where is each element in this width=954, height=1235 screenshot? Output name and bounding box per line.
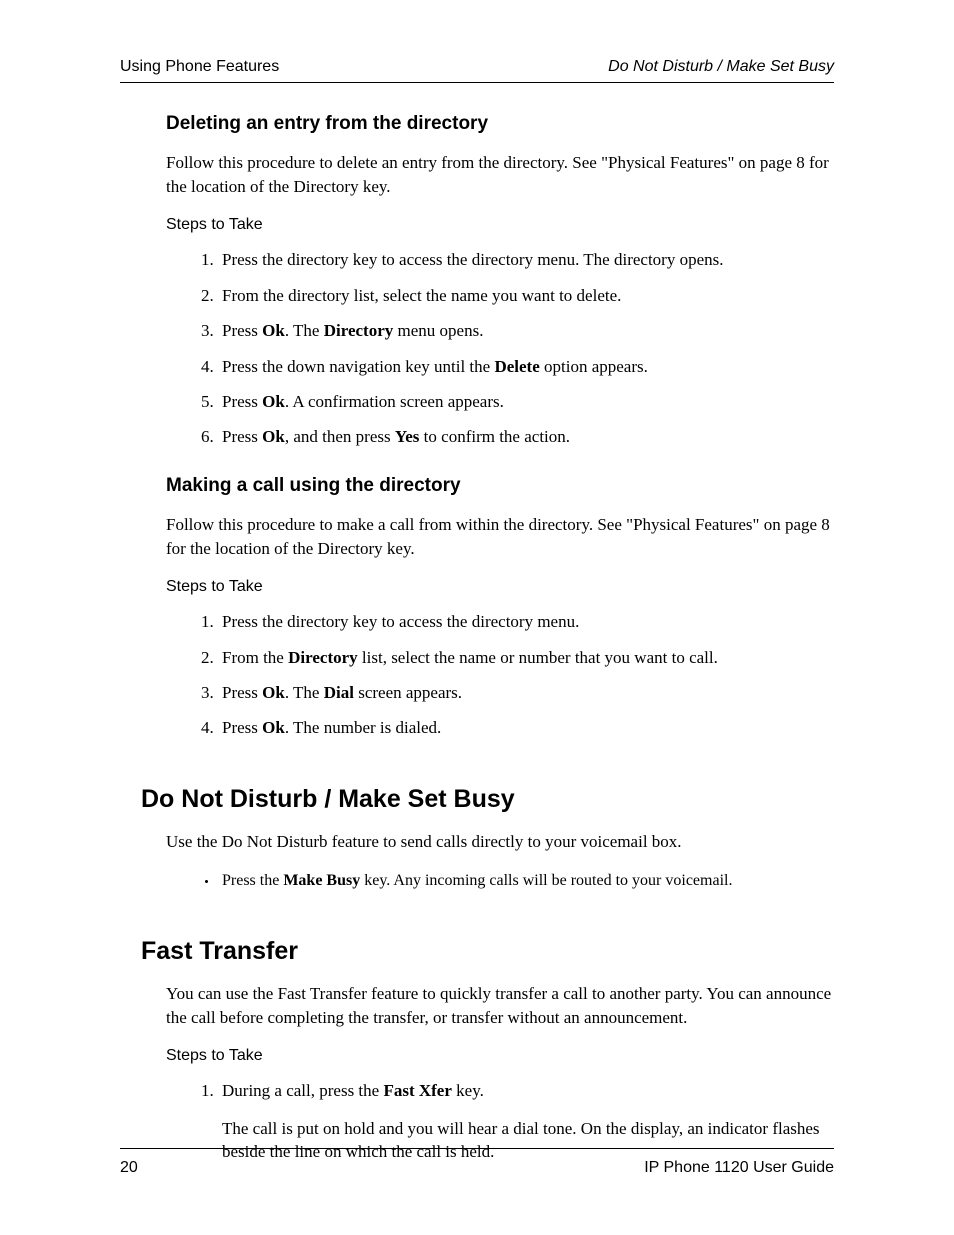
- document-title: IP Phone 1120 User Guide: [644, 1159, 834, 1177]
- step-text: Press: [222, 683, 262, 702]
- step-text: . The: [285, 321, 324, 340]
- bold-ok: Ok: [262, 427, 285, 446]
- page-content: Deleting an entry from the directory Fol…: [120, 111, 834, 1164]
- intro-fast-transfer: You can use the Fast Transfer feature to…: [166, 982, 834, 1029]
- step-text: menu opens.: [393, 321, 483, 340]
- bold-make-busy: Make Busy: [283, 872, 360, 889]
- list-item: Press Ok. The number is dialed.: [218, 716, 834, 739]
- bold-directory: Directory: [288, 648, 358, 667]
- steps-list-deleting: Press the directory key to access the di…: [166, 248, 834, 449]
- bold-ok: Ok: [262, 392, 285, 411]
- bullet-text: key. Any incoming calls will be routed t…: [360, 872, 732, 889]
- heading-do-not-disturb: Do Not Disturb / Make Set Busy: [141, 782, 834, 817]
- intro-making-call: Follow this procedure to make a call fro…: [166, 513, 834, 560]
- list-item: Press the down navigation key until the …: [218, 355, 834, 378]
- bold-fast-xfer: Fast Xfer: [383, 1081, 451, 1100]
- bullet-list-dnd: Press the Make Busy key. Any incoming ca…: [166, 870, 834, 892]
- bold-ok: Ok: [262, 718, 285, 737]
- bold-dial: Dial: [324, 683, 354, 702]
- list-item: Press the directory key to access the di…: [218, 610, 834, 633]
- step-text: , and then press: [285, 427, 395, 446]
- list-item: From the Directory list, select the name…: [218, 646, 834, 669]
- bullet-text: Press the: [222, 872, 283, 889]
- bold-yes: Yes: [395, 427, 420, 446]
- step-text: . The: [285, 683, 324, 702]
- bold-delete: Delete: [494, 357, 539, 376]
- steps-label: Steps to Take: [166, 214, 834, 236]
- list-item: Press Ok. A confirmation screen appears.: [218, 390, 834, 413]
- bold-ok: Ok: [262, 321, 285, 340]
- page-number: 20: [120, 1159, 138, 1177]
- step-text: list, select the name or number that you…: [358, 648, 718, 667]
- step-text: Press: [222, 392, 262, 411]
- intro-deleting-entry: Follow this procedure to delete an entry…: [166, 151, 834, 198]
- running-header: Using Phone Features Do Not Disturb / Ma…: [120, 58, 834, 83]
- bold-ok: Ok: [262, 683, 285, 702]
- steps-label: Steps to Take: [166, 1045, 834, 1067]
- list-item: Press Ok. The Dial screen appears.: [218, 681, 834, 704]
- steps-label: Steps to Take: [166, 576, 834, 598]
- step-text: key.: [452, 1081, 484, 1100]
- step-text: Press the down navigation key until the: [222, 357, 494, 376]
- heading-making-call: Making a call using the directory: [166, 473, 834, 499]
- header-left: Using Phone Features: [120, 58, 279, 76]
- step-text: From the directory list, select the name…: [222, 286, 621, 305]
- heading-deleting-entry: Deleting an entry from the directory: [166, 111, 834, 137]
- header-right: Do Not Disturb / Make Set Busy: [608, 58, 834, 76]
- step-text: . The number is dialed.: [285, 718, 441, 737]
- list-item: Press Ok. The Directory menu opens.: [218, 319, 834, 342]
- step-text: . A confirmation screen appears.: [285, 392, 504, 411]
- step-text: to confirm the action.: [419, 427, 570, 446]
- step-text: Press: [222, 427, 262, 446]
- step-text: From the: [222, 648, 288, 667]
- list-item: Press Ok, and then press Yes to confirm …: [218, 425, 834, 448]
- heading-fast-transfer: Fast Transfer: [141, 934, 834, 969]
- list-item: Press the directory key to access the di…: [218, 248, 834, 271]
- step-text: Press the directory key to access the di…: [222, 612, 579, 631]
- step-text: screen appears.: [354, 683, 462, 702]
- running-footer: 20 IP Phone 1120 User Guide: [120, 1148, 834, 1177]
- intro-do-not-disturb: Use the Do Not Disturb feature to send c…: [166, 830, 834, 853]
- list-item: From the directory list, select the name…: [218, 284, 834, 307]
- step-text: Press: [222, 718, 262, 737]
- page: Using Phone Features Do Not Disturb / Ma…: [0, 0, 954, 1235]
- list-item: Press the Make Busy key. Any incoming ca…: [218, 870, 834, 892]
- step-text: During a call, press the: [222, 1081, 383, 1100]
- step-text: Press the directory key to access the di…: [222, 250, 724, 269]
- step-text: option appears.: [540, 357, 648, 376]
- steps-list-making-call: Press the directory key to access the di…: [166, 610, 834, 740]
- bold-directory: Directory: [324, 321, 394, 340]
- step-text: Press: [222, 321, 262, 340]
